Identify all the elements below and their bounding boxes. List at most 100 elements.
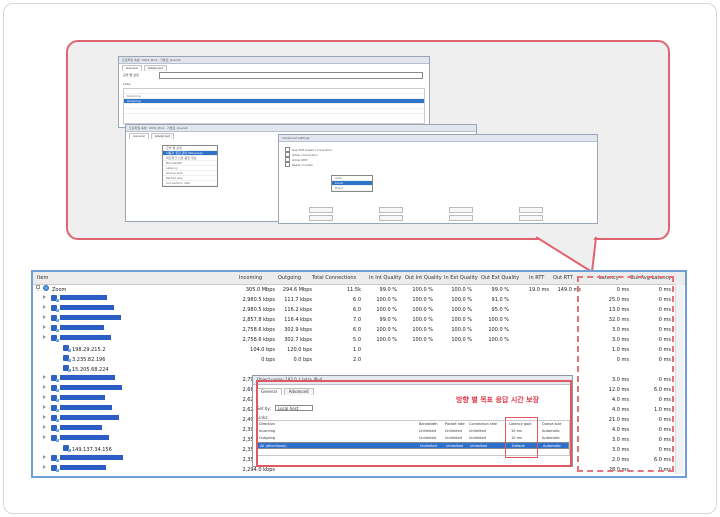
redacted-name bbox=[60, 305, 114, 310]
redacted-name bbox=[60, 415, 119, 420]
network-node-icon bbox=[51, 395, 59, 402]
column-header[interactable]: Incoming bbox=[239, 272, 262, 284]
value-input[interactable] bbox=[309, 215, 333, 221]
network-node-icon bbox=[51, 425, 59, 432]
network-node-icon bbox=[51, 335, 59, 342]
expand-icon[interactable] bbox=[43, 385, 46, 389]
expand-icon[interactable] bbox=[43, 375, 46, 379]
expand-icon[interactable] bbox=[43, 295, 46, 299]
profile-window-title: 프로파일 속성: 1004_IPv4 - 기본값_Overall bbox=[119, 57, 429, 64]
cell-oq: 100.0 % bbox=[412, 337, 433, 343]
network-node-icon bbox=[51, 295, 59, 302]
column-header[interactable]: Total Connections bbox=[312, 272, 356, 284]
expand-icon[interactable] bbox=[43, 455, 46, 459]
column-header[interactable]: In Ext Quality bbox=[444, 272, 478, 284]
profile-window-2-title: 프로파일 속성: 1004_IPv4 - 기본값_Overall bbox=[126, 125, 476, 132]
network-node-icon bbox=[51, 385, 59, 392]
ip-address: 149.137.34.156 bbox=[72, 447, 112, 453]
vertical-scrollbar[interactable] bbox=[675, 284, 684, 474]
cell-in: 305.0 Mbps bbox=[245, 287, 275, 293]
cell-out: 116.4 kbps bbox=[284, 317, 312, 323]
network-node-icon bbox=[63, 355, 71, 362]
redacted-name bbox=[60, 335, 111, 340]
cell-ie: 100.0 % bbox=[451, 307, 472, 313]
list-item[interactable] bbox=[124, 109, 424, 114]
expand-icon[interactable] bbox=[43, 305, 46, 309]
expand-icon[interactable] bbox=[43, 335, 46, 339]
cell-iq: 100.0 % bbox=[376, 307, 397, 313]
value-input[interactable] bbox=[519, 215, 543, 221]
links-label: Links bbox=[123, 82, 131, 86]
tab-general-2[interactable]: General bbox=[129, 133, 149, 139]
column-header[interactable]: In Int Quality bbox=[369, 272, 401, 284]
cell-oe: 99.0 % bbox=[491, 287, 509, 293]
dropdown-menu: 콘솔 별 설정 사용자 권한 관리 (Reverse) 네트워크 신호 품질 정… bbox=[162, 145, 218, 187]
cell-out: 302.7 kbps bbox=[284, 337, 312, 343]
cell-oq: 100.0 % bbox=[412, 327, 433, 333]
tab-general[interactable]: General bbox=[122, 65, 142, 71]
value-input[interactable] bbox=[379, 215, 403, 221]
cell-oe: 100.0 % bbox=[488, 327, 509, 333]
ip-address: 198.29.215.2 bbox=[72, 347, 106, 353]
cell-conn: 5.0 bbox=[353, 337, 361, 343]
expand-icon[interactable] bbox=[43, 405, 46, 409]
expand-icon[interactable] bbox=[43, 415, 46, 419]
cell-oq: 100.0 % bbox=[412, 317, 433, 323]
tab-advanced[interactable]: Advanced bbox=[143, 65, 167, 71]
value-input[interactable] bbox=[449, 207, 473, 213]
column-header[interactable]: Out Ext Quality bbox=[481, 272, 519, 284]
column-header[interactable]: Item bbox=[37, 272, 48, 284]
network-node-icon bbox=[51, 325, 59, 332]
expand-icon[interactable] bbox=[43, 395, 46, 399]
network-node-icon bbox=[51, 375, 59, 382]
column-header[interactable]: Out RTT bbox=[553, 272, 573, 284]
network-node-icon bbox=[51, 465, 59, 472]
options-group: Use TCP based connection Allow connectio… bbox=[285, 147, 332, 167]
advanced-window: Advanced settings Use TCP based connecti… bbox=[278, 134, 598, 224]
cell-conn: 1.0 bbox=[353, 347, 361, 353]
expand-icon[interactable] bbox=[43, 425, 46, 429]
cell-conn: 6.0 bbox=[353, 307, 361, 313]
network-node-icon bbox=[51, 435, 59, 442]
column-header[interactable]: In RTT bbox=[529, 272, 544, 284]
cell-oe: 100.0 % bbox=[488, 337, 509, 343]
expand-icon[interactable] bbox=[43, 315, 46, 319]
cell-iq: 99.0 % bbox=[379, 317, 397, 323]
cell-oe: 91.0 % bbox=[491, 297, 509, 303]
setting-select[interactable] bbox=[159, 72, 423, 79]
expand-icon[interactable] bbox=[43, 435, 46, 439]
cell-conn: 11.5k bbox=[346, 287, 361, 293]
menu-item[interactable]: Connection rate bbox=[163, 181, 217, 186]
cell-out: 294.6 Mbps bbox=[282, 287, 312, 293]
zoom-callout: 프로파일 속성: 1004_IPv4 - 기본값_Overall General… bbox=[66, 40, 670, 240]
links-table: Incoming Outgoing bbox=[123, 88, 425, 124]
profile-window: 프로파일 속성: 1004_IPv4 - 기본값_Overall General… bbox=[118, 56, 430, 128]
ip-address: 15.205.68.224 bbox=[72, 367, 109, 373]
value-input[interactable] bbox=[519, 207, 543, 213]
network-node-icon bbox=[51, 415, 59, 422]
value-input[interactable] bbox=[309, 207, 333, 213]
redacted-name bbox=[60, 295, 107, 300]
cell-out: 120.0 bps bbox=[287, 347, 312, 353]
field-label: 콘솔 별 설정 bbox=[123, 73, 139, 77]
value-input[interactable] bbox=[449, 215, 473, 221]
checkbox-option: Use TCP based connection bbox=[285, 147, 332, 152]
cell-in: 104.0 bps bbox=[250, 347, 275, 353]
redacted-name bbox=[60, 455, 123, 460]
network-node-icon bbox=[51, 305, 59, 312]
column-header[interactable]: Out Int Quality bbox=[405, 272, 442, 284]
cell-in: 2,758.6 kbps bbox=[242, 327, 275, 333]
annotation-text: 방향 별 목표 응답 시간 보장 bbox=[456, 396, 540, 404]
tab-advanced-2[interactable]: Advanced bbox=[150, 133, 174, 139]
cell-out: 111.7 kbps bbox=[284, 297, 312, 303]
expand-icon[interactable] bbox=[43, 465, 46, 469]
cell-in: 2,857.8 kbps bbox=[242, 317, 275, 323]
column-header[interactable]: Outgoing bbox=[278, 272, 301, 284]
checkbox-icon[interactable] bbox=[285, 162, 290, 167]
redacted-name bbox=[60, 405, 112, 410]
menu-item[interactable]: Fixed bbox=[332, 186, 372, 191]
value-input[interactable] bbox=[379, 207, 403, 213]
cell-out: 116.2 kbps bbox=[284, 307, 312, 313]
expand-icon[interactable] bbox=[43, 325, 46, 329]
cell-oe: 95.0 % bbox=[491, 307, 509, 313]
